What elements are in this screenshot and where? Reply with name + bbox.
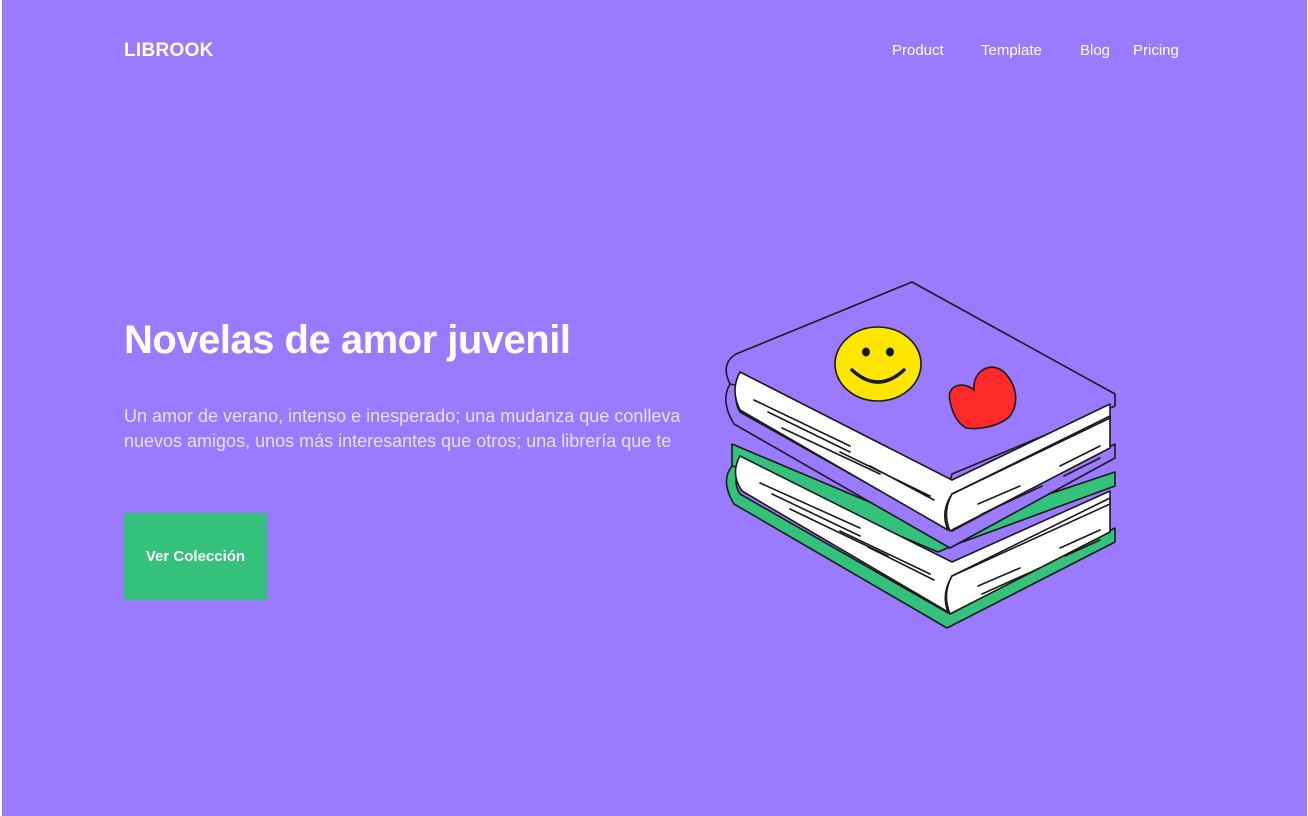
smiley-face-icon <box>834 326 922 402</box>
hero-description: Un amor de verano, intenso e inesperado;… <box>124 406 681 451</box>
nav-link-pricing[interactable]: Pricing <box>1133 42 1179 59</box>
nav-link-product[interactable]: Product <box>892 42 944 59</box>
nav-link-blog[interactable]: Blog <box>1080 42 1110 59</box>
view-collection-button[interactable]: Ver Colección <box>124 513 267 600</box>
books-stack-icon <box>725 281 1116 629</box>
main-nav: Product Template Blog Pricing <box>2 42 1307 66</box>
nav-link-template[interactable]: Template <box>981 42 1042 59</box>
landing-page: LIBROOK Product Template Blog Pricing No… <box>2 0 1307 816</box>
hero-title: Novelas de amor juvenil <box>124 318 571 362</box>
